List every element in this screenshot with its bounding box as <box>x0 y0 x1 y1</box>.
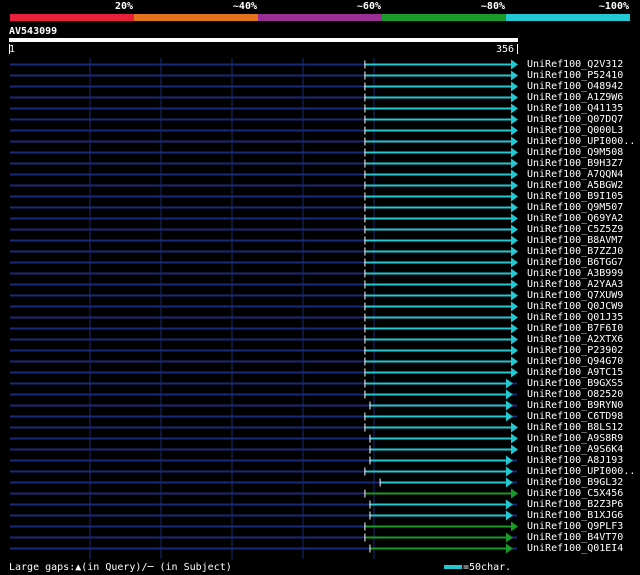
hit-label[interactable]: UniRef100_Q07DQ7 <box>527 114 623 125</box>
hit-label[interactable]: UniRef100_O48942 <box>527 81 623 92</box>
hit-arrowhead <box>505 499 513 510</box>
hit-label[interactable]: UniRef100_B8AVM7 <box>527 235 623 246</box>
hit-arrowhead <box>511 521 518 532</box>
hit-arrowhead <box>511 81 518 92</box>
hit-arrowhead <box>511 213 518 224</box>
hit-arrowhead <box>511 444 518 455</box>
hit-label[interactable]: UniRef100_B9RYN0 <box>527 400 623 411</box>
hit-arrowhead <box>505 389 513 400</box>
hit-label[interactable]: UniRef100_B8LS12 <box>527 422 623 433</box>
hit-label[interactable]: UniRef100_B6TGG7 <box>527 257 623 268</box>
hit-label[interactable]: UniRef100_B7ZZJ0 <box>527 246 623 257</box>
hit-label[interactable]: UniRef100_A2XTX6 <box>527 334 623 345</box>
hit-label[interactable]: UniRef100_A5BGW2 <box>527 180 623 191</box>
hit-label[interactable]: UniRef100_A7QQN4 <box>527 169 623 180</box>
hit-arrowhead <box>511 147 518 158</box>
hit-label[interactable]: UniRef100_P52410 <box>527 70 623 81</box>
hit-arrowhead <box>511 312 518 323</box>
hit-arrowhead <box>505 466 513 477</box>
hit-label[interactable]: UniRef100_A8J193 <box>527 455 623 466</box>
hit-label[interactable]: UniRef100_Q41135 <box>527 103 623 114</box>
hit-arrowhead <box>511 103 518 114</box>
hit-arrowhead <box>511 345 518 356</box>
hit-arrowhead <box>505 510 513 521</box>
hit-label[interactable]: UniRef100_C5Z5Z9 <box>527 224 623 235</box>
hit-label[interactable]: UniRef100_Q7XUW9 <box>527 290 623 301</box>
hit-arrowhead <box>511 323 518 334</box>
hit-label[interactable]: UniRef100_Q01J35 <box>527 312 623 323</box>
hit-arrowhead <box>511 246 518 257</box>
hit-label[interactable]: UniRef100_C6TD98 <box>527 411 623 422</box>
hit-label[interactable]: UniRef100_Q01EI4 <box>527 543 623 554</box>
hit-label[interactable]: UniRef100_A2YAA3 <box>527 279 623 290</box>
hit-label[interactable]: UniRef100_B4VT70 <box>527 532 623 543</box>
hit-arrowhead <box>511 180 518 191</box>
hit-arrowhead <box>511 125 518 136</box>
scale-swatch <box>444 565 462 569</box>
gap-legend: Large gaps:▲(in Query)/─ (in Subject) <box>9 562 232 573</box>
hit-arrowhead <box>511 290 518 301</box>
hit-label[interactable]: UniRef100_A1Z9W6 <box>527 92 623 103</box>
scale-label: =50char. <box>463 562 512 573</box>
hit-arrowhead <box>511 169 518 180</box>
hit-label[interactable]: UniRef100_A9TC15 <box>527 367 623 378</box>
hit-arrowhead <box>511 488 518 499</box>
hit-arrowhead <box>511 301 518 312</box>
hit-label[interactable]: UniRef100_B9GL32 <box>527 477 623 488</box>
hit-arrowhead <box>511 136 518 147</box>
hit-label[interactable]: UniRef100_Q9PLF3 <box>527 521 623 532</box>
hit-arrowhead <box>511 191 518 202</box>
hit-label[interactable]: UniRef100_A9S6K4 <box>527 444 623 455</box>
hit-arrowhead <box>505 411 513 422</box>
hit-label[interactable]: UniRef100_B9GXS5 <box>527 378 623 389</box>
hit-arrowhead <box>505 532 513 543</box>
hit-arrowhead <box>511 356 518 367</box>
hit-label[interactable]: UniRef100_P23902 <box>527 345 623 356</box>
hit-arrowhead <box>511 268 518 279</box>
hit-arrowhead <box>511 70 518 81</box>
hit-label[interactable]: UniRef100_A3B999 <box>527 268 623 279</box>
hit-arrowhead <box>511 334 518 345</box>
hit-arrowhead <box>511 92 518 103</box>
hit-label[interactable]: UniRef100_Q9M507 <box>527 202 623 213</box>
hit-label[interactable]: UniRef100_C5X456 <box>527 488 623 499</box>
hit-label[interactable]: UniRef100_B7F6I0 <box>527 323 623 334</box>
hit-label[interactable]: UniRef100_O82520 <box>527 389 623 400</box>
hit-label[interactable]: UniRef100_A9S8R9 <box>527 433 623 444</box>
hit-label[interactable]: UniRef100_Q69YA2 <box>527 213 623 224</box>
hit-arrowhead <box>505 477 513 488</box>
hit-arrowhead <box>511 279 518 290</box>
hit-arrowhead <box>511 202 518 213</box>
hit-arrowhead <box>505 455 513 466</box>
hit-label[interactable]: UniRef100_Q000L3 <box>527 125 623 136</box>
hit-arrowhead <box>505 378 513 389</box>
hit-label[interactable]: UniRef100_B1XJG6 <box>527 510 623 521</box>
hit-arrowhead <box>511 257 518 268</box>
hit-label[interactable]: UniRef100_Q0JCW9 <box>527 301 623 312</box>
hit-arrowhead <box>511 433 518 444</box>
hit-arrowhead <box>511 224 518 235</box>
hit-label[interactable]: UniRef100_UPI000.. <box>527 136 635 147</box>
hit-label[interactable]: UniRef100_UPI000.. <box>527 466 635 477</box>
hit-arrowhead <box>511 59 518 70</box>
hit-label[interactable]: UniRef100_B9H3Z7 <box>527 158 623 169</box>
scale-legend: =50char. <box>444 562 511 573</box>
hit-arrowhead <box>511 367 518 378</box>
hit-label[interactable]: UniRef100_Q94G70 <box>527 356 623 367</box>
hit-arrowhead <box>505 400 513 411</box>
hit-arrowhead <box>511 235 518 246</box>
hit-label[interactable]: UniRef100_Q2V312 <box>527 59 623 70</box>
hit-arrowhead <box>511 114 518 125</box>
hit-arrowhead <box>511 158 518 169</box>
hit-label[interactable]: UniRef100_B2Z3P6 <box>527 499 623 510</box>
hit-label[interactable]: UniRef100_Q9M508 <box>527 147 623 158</box>
hit-arrowhead <box>505 543 513 554</box>
hit-label[interactable]: UniRef100_B9I105 <box>527 191 623 202</box>
hit-arrowhead <box>511 422 518 433</box>
